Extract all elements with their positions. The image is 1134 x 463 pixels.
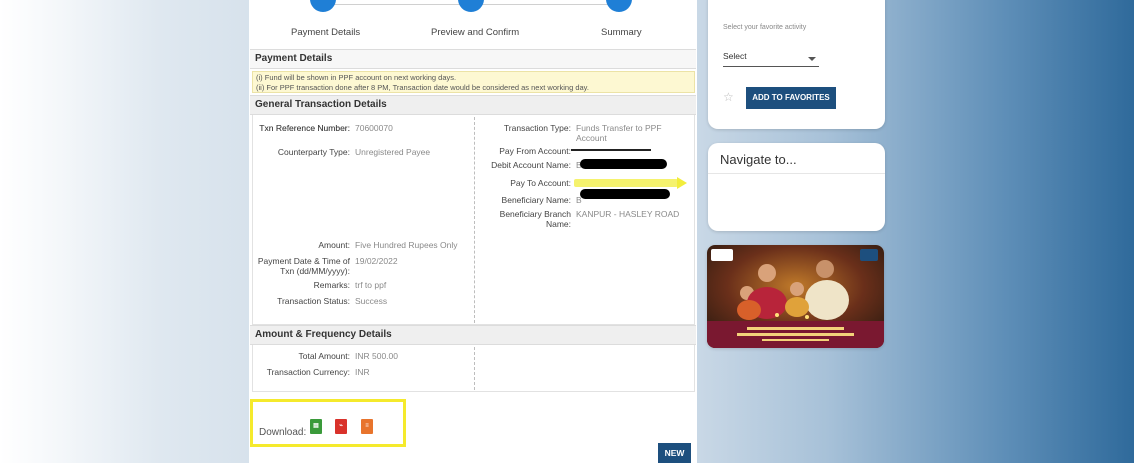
notice-line-1: (i) Fund will be shown in PPF account on… bbox=[256, 73, 457, 82]
total-amount-label: Total Amount: bbox=[298, 351, 350, 361]
txn-ref-value: 70600070 bbox=[355, 123, 393, 133]
remarks-value: trf to ppf bbox=[355, 280, 387, 290]
beneficiary-branch-value: KANPUR - HASLEY ROAD bbox=[576, 209, 680, 219]
highlight-arrow-icon bbox=[677, 177, 687, 189]
transaction-currency-value: INR bbox=[355, 367, 370, 377]
payment-date-value: 19/02/2022 bbox=[355, 256, 398, 266]
step-2-label: Preview and Confirm bbox=[431, 27, 520, 38]
counterparty-type-value: Unregistered Payee bbox=[355, 147, 431, 157]
payment-notice: (i) Fund will be shown in PPF account on… bbox=[252, 71, 695, 93]
pay-to-account-highlight bbox=[574, 179, 678, 187]
payment-details-header: Payment Details bbox=[250, 49, 696, 69]
step-2-dot bbox=[458, 0, 484, 12]
select-value: Select bbox=[723, 51, 747, 61]
new-button[interactable]: NEW bbox=[658, 443, 691, 463]
debit-account-name-label: Debit Account Name: bbox=[491, 160, 571, 170]
remarks-label: Remarks: bbox=[313, 280, 350, 290]
add-to-favorites-button[interactable]: ADD TO FAVORITES bbox=[746, 87, 836, 109]
transaction-type-label: Transaction Type: bbox=[503, 123, 571, 133]
general-transaction-header: General Transaction Details bbox=[250, 95, 696, 115]
step-3-label: Summary bbox=[601, 27, 642, 38]
payment-date-label: Payment Date & Time of Txn (dd/MM/yyyy): bbox=[257, 256, 350, 276]
beneficiary-branch-label: Beneficiary Branch Name: bbox=[499, 209, 571, 229]
progress-steps: Payment Details Preview and Confirm Summ… bbox=[249, 0, 697, 46]
pay-from-account-redacted bbox=[571, 149, 651, 151]
favorites-hint: Select your favorite activity bbox=[723, 24, 807, 31]
download-section: Download: ▤ ⌁ ≡ bbox=[250, 399, 406, 447]
step-1-dot bbox=[310, 0, 336, 12]
navigate-card: Navigate to... bbox=[708, 143, 885, 231]
download-label: Download: bbox=[259, 427, 307, 438]
pdf-file-icon[interactable]: ⌁ bbox=[335, 419, 347, 434]
transaction-type-value: Funds Transfer to PPF Account bbox=[576, 123, 662, 143]
pay-from-account-label: Pay From Account: bbox=[499, 146, 571, 156]
beneficiary-name-label: Beneficiary Name: bbox=[501, 195, 571, 205]
promo-illustration bbox=[707, 245, 884, 348]
excel-file-icon[interactable]: ▤ bbox=[310, 419, 322, 434]
navigate-divider bbox=[708, 173, 885, 174]
total-amount-value: INR 500.00 bbox=[355, 351, 398, 361]
beneficiary-name-redacted bbox=[580, 189, 670, 199]
transaction-status-value: Success bbox=[355, 296, 388, 306]
column-divider-2 bbox=[474, 347, 475, 390]
star-icon: ☆ bbox=[723, 90, 734, 104]
transaction-panel: Payment Details Preview and Confirm Summ… bbox=[249, 0, 697, 463]
text-file-icon[interactable]: ≡ bbox=[361, 419, 373, 434]
notice-line-2: (ii) For PPF transaction done after 8 PM… bbox=[256, 82, 589, 92]
chevron-down-icon bbox=[808, 57, 816, 61]
step-1-label: Payment Details bbox=[291, 27, 361, 38]
promo-banner-image[interactable] bbox=[707, 245, 884, 348]
transaction-status-label: Transaction Status: bbox=[277, 296, 350, 306]
favorites-card: Select your favorite activity Select ☆ A… bbox=[708, 0, 885, 129]
amount-value: Five Hundred Rupees Only bbox=[355, 240, 458, 250]
amount-frequency-header: Amount & Frequency Details bbox=[250, 325, 696, 345]
debit-account-name-redacted bbox=[580, 159, 667, 169]
step-3-dot bbox=[606, 0, 632, 12]
counterparty-type-label: Counterparty Type: bbox=[277, 147, 350, 157]
navigate-title: Navigate to... bbox=[720, 152, 797, 167]
pay-to-account-label: Pay To Account: bbox=[510, 178, 571, 188]
transaction-currency-label: Transaction Currency: bbox=[266, 367, 350, 377]
favorite-activity-select[interactable]: Select bbox=[723, 51, 819, 67]
amount-label: Amount: bbox=[318, 240, 350, 250]
txn-ref-label: Txn Reference Number: bbox=[259, 123, 350, 133]
